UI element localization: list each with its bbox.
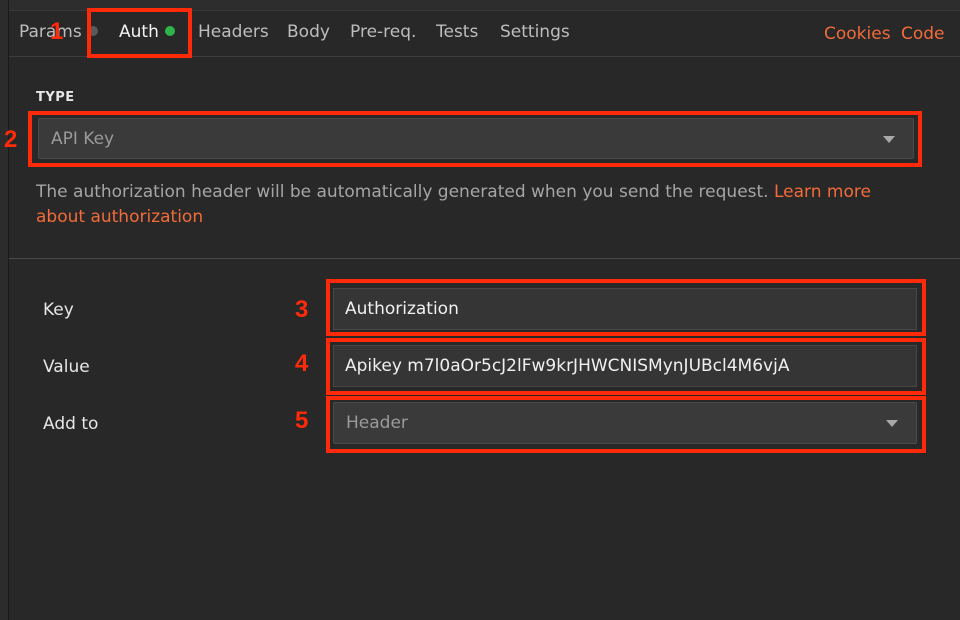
tab-body[interactable]: Body [287, 22, 330, 42]
add-to-select[interactable]: Header [333, 402, 917, 444]
left-sidebar-edge [0, 0, 9, 620]
annotation-number-2: 2 [4, 126, 18, 153]
request-tab-bar: Params Auth Headers Body Pre-req. Tests … [9, 11, 960, 57]
auth-type-heading: TYPE [36, 90, 75, 105]
annotation-number-3: 3 [295, 296, 309, 323]
chevron-down-icon [883, 135, 895, 143]
window-top-edge [0, 0, 960, 11]
auth-help-text: The authorization header will be automat… [36, 180, 896, 230]
add-to-value: Header [346, 413, 408, 433]
annotation-number-5: 5 [295, 407, 309, 434]
cookies-link[interactable]: Cookies [824, 24, 891, 44]
chevron-down-icon [886, 420, 898, 427]
tab-tests[interactable]: Tests [436, 22, 478, 42]
add-to-label: Add to [43, 414, 99, 434]
auth-type-select[interactable]: API Key [38, 118, 914, 159]
tab-auth-label: Auth [119, 22, 159, 42]
auth-help-description: The authorization header will be automat… [36, 182, 774, 202]
api-key-value-input[interactable]: Apikey m7l0aOr5cJ2lFw9krJHWCNISMynJUBcl4… [333, 345, 917, 387]
tab-pre-request[interactable]: Pre-req. [350, 22, 416, 42]
key-label: Key [43, 300, 74, 320]
annotation-number-4: 4 [295, 350, 309, 377]
code-link[interactable]: Code [901, 24, 945, 44]
value-label: Value [43, 357, 90, 377]
annotation-number-1: 1 [50, 18, 64, 45]
tab-settings[interactable]: Settings [500, 22, 570, 42]
params-status-dot-icon [87, 25, 98, 36]
auth-type-value: API Key [51, 128, 115, 149]
api-key-name-input[interactable]: Authorization [333, 288, 917, 330]
tab-auth[interactable]: Auth [119, 22, 175, 42]
tab-headers[interactable]: Headers [198, 22, 269, 42]
auth-status-dot-icon [164, 25, 175, 36]
section-divider [9, 258, 960, 259]
